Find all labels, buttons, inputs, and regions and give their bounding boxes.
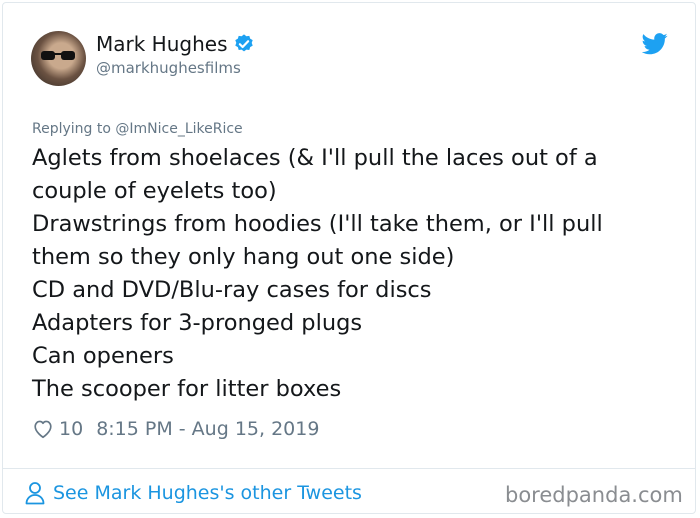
twitter-bird-icon[interactable] xyxy=(642,33,668,55)
author-handle[interactable]: @markhughesfilms xyxy=(96,59,241,77)
replying-prefix: Replying to xyxy=(32,121,111,137)
watermark: boredpanda.com xyxy=(505,483,683,507)
see-other-tweets-label: See Mark Hughes's other Tweets xyxy=(53,482,362,504)
person-icon xyxy=(25,482,45,505)
footer-divider xyxy=(2,468,696,469)
author-name[interactable]: Mark Hughes xyxy=(96,32,227,56)
tweet-line: The scooper for litter boxes xyxy=(32,376,342,402)
replying-to-handle-link[interactable]: @ImNice_LikeRice xyxy=(115,121,242,137)
see-other-tweets-link[interactable]: See Mark Hughes's other Tweets xyxy=(25,481,362,505)
timestamp-link[interactable]: 8:15 PM - Aug 15, 2019 xyxy=(96,418,319,440)
tweet-meta: 10 8:15 PM - Aug 15, 2019 xyxy=(32,418,319,440)
tweet-line: Drawstrings from hoodies (I'll take them… xyxy=(32,211,603,237)
tweet-line: CD and DVD/Blu-ray cases for discs xyxy=(32,277,432,303)
tweet-line: Aglets from shoelaces (& I'll pull the l… xyxy=(32,145,598,171)
tweet-line: couple of eyelets too) xyxy=(32,178,277,204)
tweet-text: Aglets from shoelaces (& I'll pull the l… xyxy=(32,142,672,406)
tweet-line: Can openers xyxy=(32,343,174,369)
tweet-line: Adapters for 3-pronged plugs xyxy=(32,310,363,336)
tweet-line: them so they only hang out one side) xyxy=(32,244,455,270)
like-count[interactable]: 10 xyxy=(59,418,83,440)
sunglasses-graphic xyxy=(41,51,75,60)
heart-outline-icon[interactable] xyxy=(32,418,54,440)
verified-badge-icon xyxy=(235,34,254,52)
avatar[interactable] xyxy=(31,31,86,86)
author-row[interactable]: Mark Hughes xyxy=(96,32,255,56)
replying-to: Replying to @ImNice_LikeRice xyxy=(32,121,243,137)
